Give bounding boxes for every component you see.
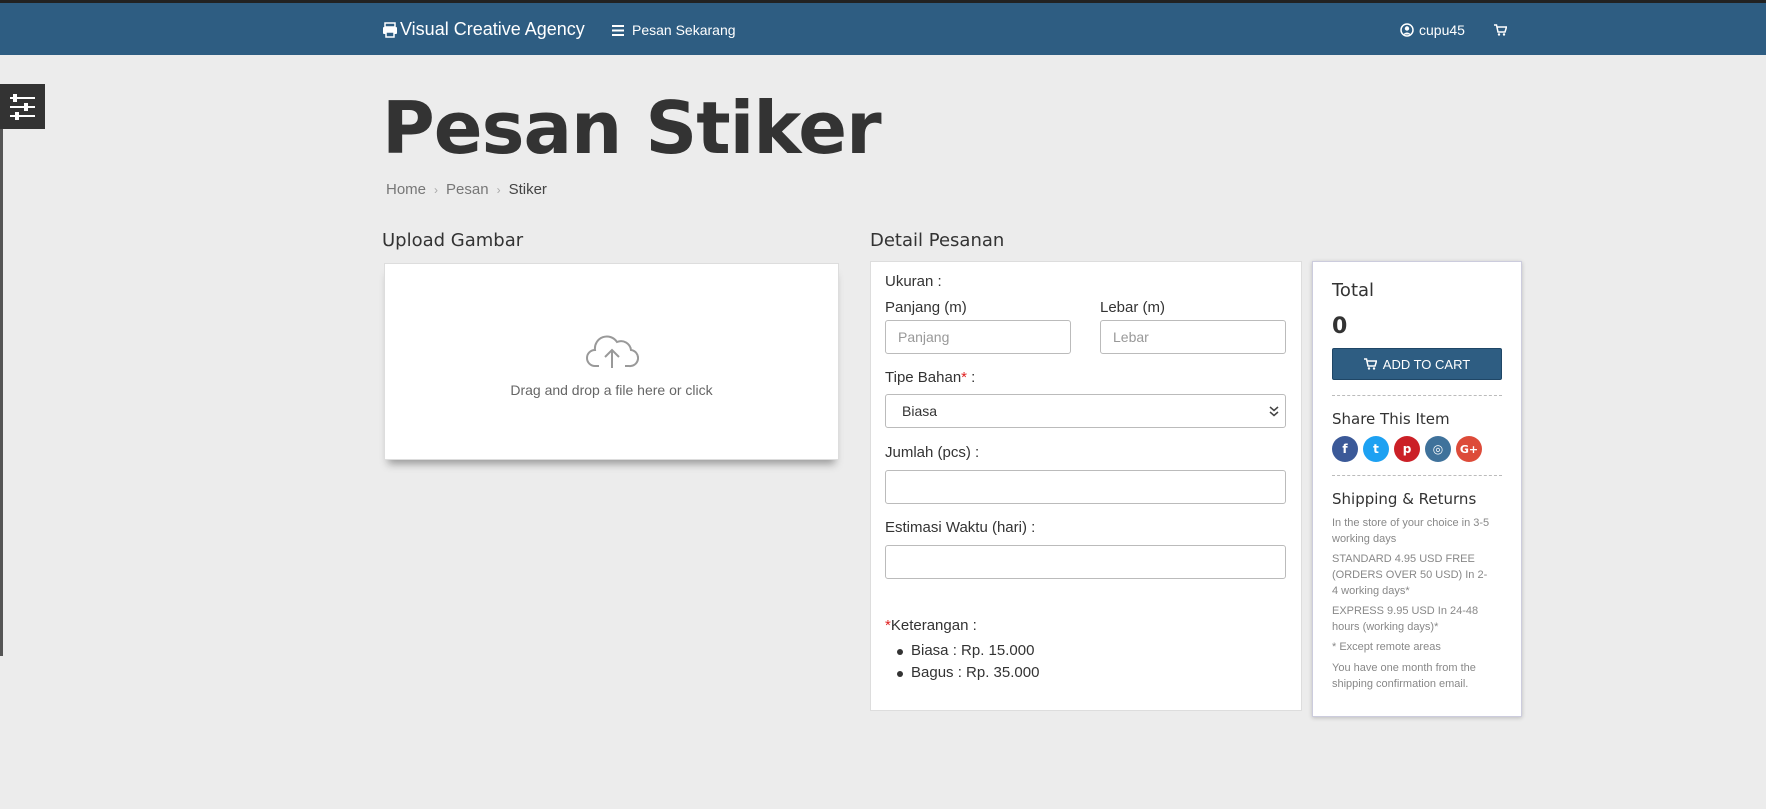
shipping-line: You have one month from the shipping con… bbox=[1332, 662, 1476, 690]
divider bbox=[1332, 395, 1502, 396]
detail-heading: Detail Pesanan bbox=[870, 230, 1005, 251]
settings-panel-toggle[interactable] bbox=[0, 84, 45, 129]
breadcrumb: Home › Pesan › Stiker bbox=[386, 181, 547, 198]
length-label: Panjang (m) bbox=[885, 299, 967, 316]
breadcrumb-current: Stiker bbox=[508, 181, 547, 198]
shipping-line: * Except remote areas bbox=[1332, 641, 1441, 653]
sliders-icon bbox=[10, 94, 35, 120]
side-panel-edge bbox=[0, 129, 3, 656]
material-select[interactable]: Biasa bbox=[885, 394, 1286, 428]
facebook-icon[interactable]: f bbox=[1332, 436, 1358, 462]
breadcrumb-home[interactable]: Home bbox=[386, 181, 426, 198]
social-share-buttons: f t p ◎ G+ bbox=[1332, 436, 1482, 462]
top-navbar: Visual Creative Agency Pesan Sekarang cu… bbox=[0, 0, 1766, 55]
google-plus-icon[interactable]: G+ bbox=[1456, 436, 1482, 462]
user-circle-icon bbox=[1400, 23, 1414, 37]
eta-input[interactable] bbox=[885, 545, 1286, 579]
width-label: Lebar (m) bbox=[1100, 299, 1166, 316]
price-notes-list: Biasa : Rp. 15.000 Bagus : Rp. 35.000 bbox=[896, 642, 1040, 686]
cart-icon bbox=[1494, 24, 1508, 36]
dropzone-text: Drag and drop a file here or click bbox=[510, 382, 713, 398]
eta-label: Estimasi Waktu (hari) : bbox=[885, 519, 1036, 536]
chevron-right-icon: › bbox=[496, 182, 501, 197]
divider bbox=[1332, 475, 1502, 476]
share-title: Share This Item bbox=[1332, 410, 1450, 428]
shipping-line: EXPRESS 9.95 USD In 24-48 hours (working… bbox=[1332, 605, 1479, 633]
total-value: 0 bbox=[1332, 314, 1348, 339]
size-label: Ukuran : bbox=[885, 273, 942, 290]
order-now-link[interactable]: Pesan Sekarang bbox=[612, 22, 736, 38]
page-title: Pesan Stiker bbox=[382, 86, 882, 170]
quantity-label: Jumlah (pcs) : bbox=[885, 444, 980, 461]
username: cupu45 bbox=[1419, 22, 1465, 38]
length-input[interactable]: Panjang bbox=[885, 320, 1071, 354]
breadcrumb-pesan[interactable]: Pesan bbox=[446, 181, 489, 198]
chevron-down-icon bbox=[1269, 406, 1279, 417]
add-to-cart-button[interactable]: ADD TO CART bbox=[1332, 348, 1502, 380]
file-dropzone[interactable]: Drag and drop a file here or click bbox=[384, 263, 839, 460]
user-menu[interactable]: cupu45 bbox=[1400, 22, 1465, 38]
brand-name: Visual Creative Agency bbox=[400, 19, 585, 39]
notes-label: *Keterangan : bbox=[885, 617, 977, 634]
cart-icon bbox=[1363, 358, 1377, 370]
list-item: Bagus : Rp. 35.000 bbox=[896, 664, 1040, 681]
cart-link[interactable] bbox=[1494, 23, 1508, 41]
quantity-input[interactable] bbox=[885, 470, 1286, 504]
shipping-line: STANDARD 4.95 USD FREE (ORDERS OVER 50 U… bbox=[1332, 553, 1488, 597]
width-input[interactable]: Lebar bbox=[1100, 320, 1286, 354]
chevron-right-icon: › bbox=[434, 182, 439, 197]
order-now-label: Pesan Sekarang bbox=[632, 22, 736, 38]
material-label: Tipe Bahan* : bbox=[885, 369, 976, 386]
upload-heading: Upload Gambar bbox=[382, 230, 524, 251]
instagram-icon[interactable]: ◎ bbox=[1425, 436, 1451, 462]
shipping-line: In the store of your choice in 3-5 worki… bbox=[1332, 517, 1490, 545]
brand-link[interactable]: Visual Creative Agency bbox=[382, 19, 585, 40]
menu-icon bbox=[612, 24, 624, 36]
list-item: Biasa : Rp. 15.000 bbox=[896, 642, 1039, 659]
order-summary-card: Total 0 ADD TO CART Share This Item f t … bbox=[1312, 261, 1522, 717]
pinterest-icon[interactable]: p bbox=[1394, 436, 1420, 462]
cloud-upload-icon bbox=[586, 335, 639, 368]
shipping-title: Shipping & Returns bbox=[1332, 490, 1477, 508]
total-label: Total bbox=[1332, 280, 1375, 301]
material-selected-value: Biasa bbox=[902, 403, 938, 419]
twitter-icon[interactable]: t bbox=[1363, 436, 1389, 462]
printer-icon bbox=[383, 21, 397, 38]
order-detail-card: Ukuran : Panjang (m) Lebar (m) Panjang L… bbox=[870, 261, 1302, 711]
add-to-cart-label: ADD TO CART bbox=[1382, 356, 1471, 372]
